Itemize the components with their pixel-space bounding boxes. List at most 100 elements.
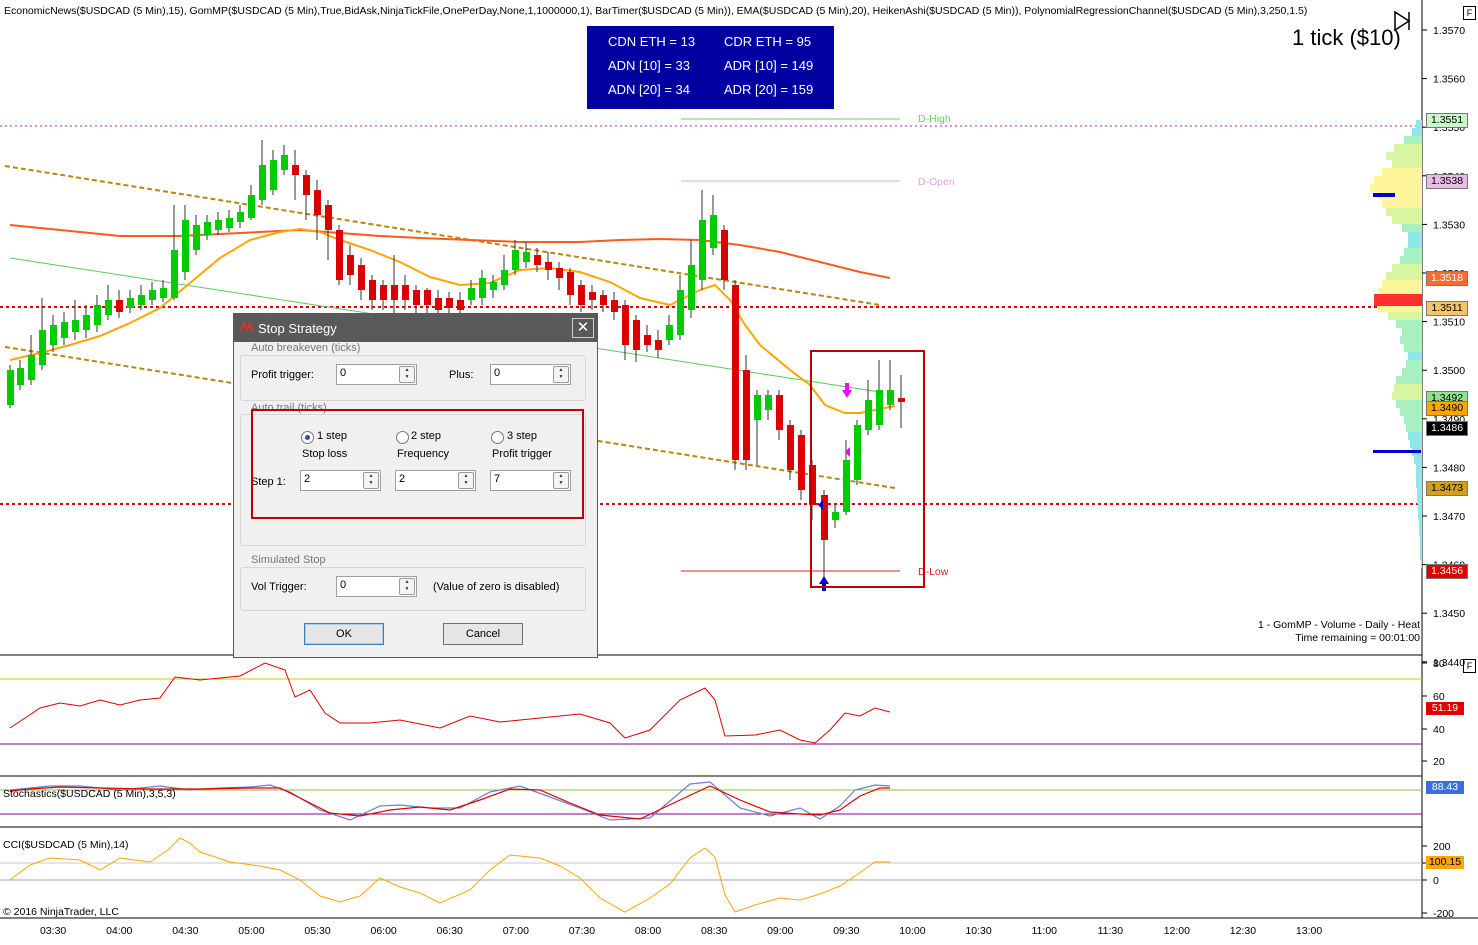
time-tick-label: 06:00	[370, 925, 397, 937]
profile-bar	[1404, 136, 1422, 144]
volume-profile-caption: 1 - GomMP - Volume - Daily - Heat Time r…	[1258, 619, 1420, 645]
profile-bar	[1420, 552, 1422, 560]
time-tick-label: 12:30	[1229, 925, 1257, 937]
auto-trail-highlight	[251, 409, 584, 519]
profile-bar	[1400, 408, 1422, 416]
profile-bar	[1408, 432, 1422, 440]
candle	[171, 250, 178, 298]
spin-arrows-icon[interactable]: ▲ ▼	[399, 366, 415, 383]
panel-f-icon[interactable]: F	[1463, 659, 1476, 673]
profile-bar	[1404, 416, 1422, 424]
candle	[28, 355, 35, 380]
candle	[501, 270, 508, 285]
candle	[732, 285, 739, 460]
stop-strategy-dialog[interactable]: Stop Strategy ✕ Auto breakeven (ticks) P…	[233, 313, 598, 658]
candle	[149, 290, 156, 300]
candle	[622, 305, 629, 345]
candle	[226, 218, 233, 228]
candle	[215, 220, 222, 230]
time-tick-label: 10:30	[965, 925, 992, 937]
indicator-list: EconomicNews($USDCAD (5 Min),15), GomMP(…	[4, 5, 1308, 17]
candle	[479, 278, 486, 298]
rsi-tick-label: 40	[1433, 724, 1445, 736]
candle	[303, 175, 310, 195]
candle	[468, 288, 475, 300]
spin-arrows-icon[interactable]: ▲ ▼	[399, 578, 415, 595]
profile-bar	[1400, 336, 1422, 344]
candle	[644, 335, 651, 345]
candle	[677, 290, 684, 335]
profile-bar	[1408, 240, 1422, 248]
ok-button[interactable]: OK	[304, 623, 384, 645]
stochastics-label: Stochastics($USDCAD (5 Min),3,5,3)	[3, 788, 176, 800]
profile-caption-line1: 1 - GomMP - Volume - Daily - Heat	[1257, 619, 1420, 631]
candle	[743, 370, 750, 460]
profit-trigger-stepper[interactable]: 0 ▲ ▼	[336, 364, 417, 385]
cdn-eth: CDN ETH = 13	[608, 34, 696, 49]
price-tick-label: 1.3470	[1433, 511, 1465, 523]
profit-trigger-value[interactable]: 0	[340, 367, 346, 379]
candle	[160, 288, 167, 298]
profile-bar	[1417, 496, 1422, 504]
time-tick-label: 08:30	[701, 925, 728, 937]
candle	[424, 290, 431, 305]
auto-breakeven-title: Auto breakeven (ticks)	[249, 342, 363, 354]
profile-bar	[1402, 368, 1422, 376]
profile-bar	[1408, 232, 1422, 240]
vol-trigger-value[interactable]: 0	[340, 579, 346, 591]
candle	[347, 255, 354, 275]
candle	[358, 265, 365, 290]
adr-10: ADR [10] = 149	[724, 58, 814, 73]
candle	[666, 325, 673, 340]
profile-bar	[1402, 224, 1422, 232]
profile-bar	[1414, 456, 1422, 464]
rsi-tick-label: 20	[1433, 756, 1445, 768]
candle	[314, 190, 321, 215]
candle	[336, 230, 343, 280]
volume-profile	[1370, 120, 1422, 568]
panel-f-icon[interactable]: F	[1463, 6, 1476, 20]
candle	[105, 300, 112, 315]
profile-bar	[1382, 168, 1422, 176]
candle	[204, 222, 211, 235]
price-tick-label: 1.3510	[1433, 317, 1465, 329]
profile-bar	[1419, 520, 1422, 528]
dialog-titlebar[interactable]: Stop Strategy ✕	[234, 314, 597, 342]
cci-tick-label: -200	[1433, 908, 1454, 920]
candle	[39, 330, 46, 365]
candle	[688, 265, 695, 310]
profile-bar	[1416, 464, 1422, 472]
candle	[50, 325, 57, 345]
candle	[446, 298, 453, 308]
vol-trigger-stepper[interactable]: 0 ▲ ▼	[336, 576, 417, 597]
candle	[413, 290, 420, 305]
candle	[61, 322, 68, 338]
plus-label: Plus:	[449, 369, 474, 381]
plus-stepper[interactable]: 0 ▲ ▼	[490, 364, 571, 385]
spin-arrows-icon[interactable]: ▲ ▼	[553, 366, 569, 383]
candle	[721, 230, 728, 280]
profile-bar	[1420, 544, 1422, 552]
profile-bar	[1396, 320, 1422, 328]
cancel-button[interactable]: Cancel	[443, 623, 523, 645]
candle	[611, 300, 618, 312]
profile-bar	[1392, 160, 1422, 168]
price-tick-label: 1.3560	[1433, 74, 1465, 86]
play-icon[interactable]	[1393, 10, 1413, 32]
profile-bar	[1412, 128, 1422, 136]
close-button[interactable]: ✕	[572, 318, 594, 338]
profile-bar	[1392, 264, 1422, 272]
profile-bar	[1386, 208, 1422, 216]
time-tick-label: 05:30	[304, 925, 331, 937]
plus-value[interactable]: 0	[494, 367, 500, 379]
d-open-label: D-Open	[918, 176, 955, 188]
candle	[292, 165, 299, 175]
stochastics-value-tag: 88.43	[1426, 781, 1464, 794]
profile-bar	[1416, 480, 1422, 488]
candle	[116, 300, 123, 312]
profile-bar	[1416, 472, 1422, 480]
price-chart[interactable]: 1.35701.35601.35501.35401.35301.35201.35…	[0, 0, 1478, 945]
price-tick-label: 1.3530	[1433, 219, 1465, 231]
candle	[699, 220, 706, 280]
profile-bar	[1417, 488, 1422, 496]
